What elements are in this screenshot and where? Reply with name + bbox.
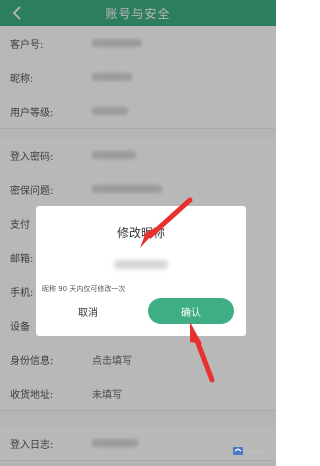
arrow-to-input-icon [140, 197, 193, 248]
watermark-text-bar [246, 450, 264, 454]
annotation-arrows [140, 197, 215, 383]
watermark-logo-icon [233, 447, 243, 455]
watermark-logo [232, 442, 272, 460]
arrow-to-confirm-icon [190, 322, 215, 383]
